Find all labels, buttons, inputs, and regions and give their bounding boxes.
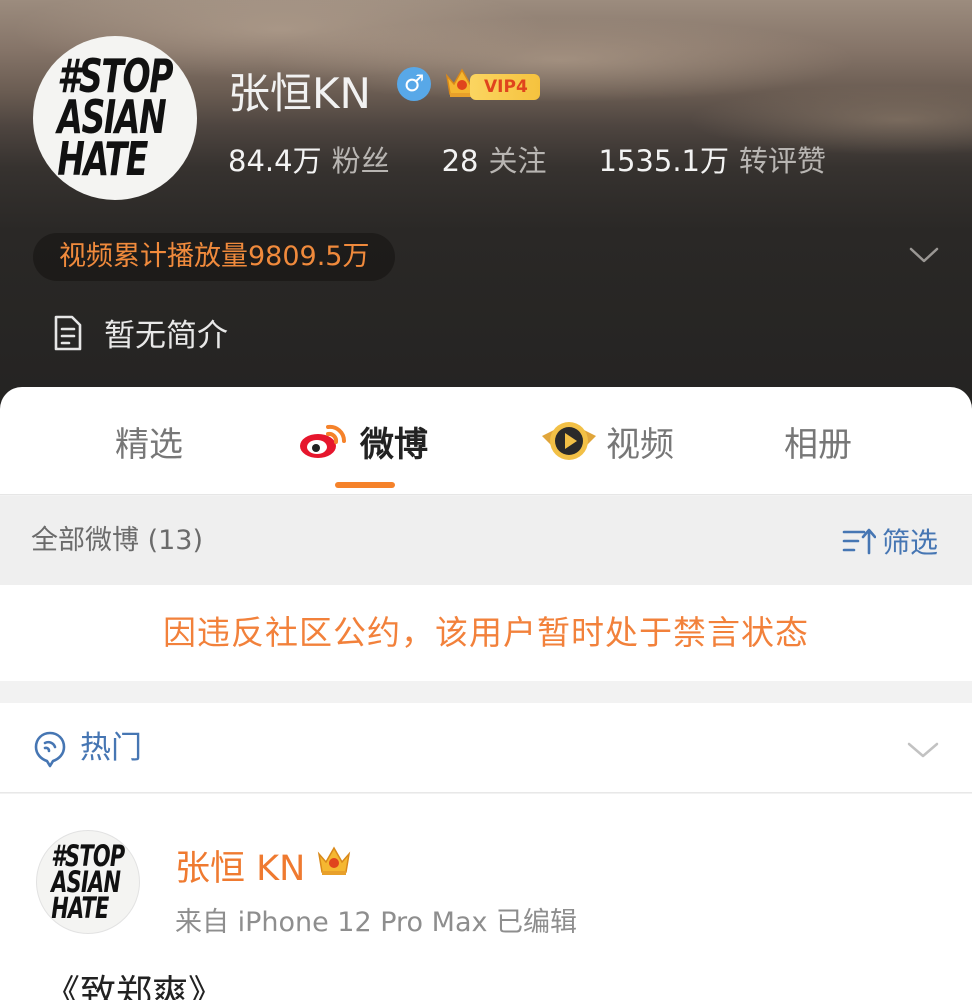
tab-album[interactable]: 相册 — [784, 387, 852, 495]
male-icon: ♂ — [397, 67, 431, 101]
post-card[interactable]: #STOP ASIAN HATE 张恒 KN 来自 iPhone 12 Pro … — [0, 794, 972, 1000]
chevron-down-icon[interactable] — [908, 244, 940, 266]
profile-avatar[interactable]: #STOP ASIAN HATE — [33, 36, 197, 200]
profile-bio: 暂无简介 — [52, 310, 228, 355]
weibo-icon — [300, 424, 347, 458]
chevron-down-icon — [907, 742, 939, 758]
profile-header: #STOP ASIAN HATE 张恒KN ♂ VIP4 84.4万 粉丝 28… — [0, 0, 972, 420]
post-avatar[interactable]: #STOP ASIAN HATE — [36, 830, 140, 934]
post-text: 《致郑爽》 — [44, 973, 225, 1000]
bio-text: 暂无简介 — [104, 318, 228, 354]
video-plays-badge[interactable]: 视频累计播放量9809.5万 — [33, 233, 396, 281]
post-meta: 来自 iPhone 12 Pro Max 已编辑 — [175, 907, 578, 938]
hot-topic-icon — [34, 731, 66, 768]
tab-featured[interactable]: 精选 — [115, 387, 183, 495]
crown-icon — [317, 846, 351, 875]
active-tab-indicator — [335, 482, 395, 488]
avatar-logo: #STOP ASIAN HATE — [57, 48, 174, 186]
profile-tabs: 精选 微博 视频 相册 — [0, 387, 972, 495]
stat-following[interactable]: 28 关注 — [442, 138, 547, 180]
video-play-icon — [542, 422, 596, 460]
document-icon — [54, 315, 82, 350]
stat-followers[interactable]: 84.4万 粉丝 — [228, 138, 390, 180]
filter-bar: 全部微博 (13) 筛选 — [0, 496, 972, 585]
avatar-logo: #STOP ASIAN HATE — [51, 838, 125, 926]
filter-icon — [842, 528, 876, 554]
filter-label: 筛选 — [882, 525, 939, 559]
hot-section-toggle[interactable]: 热门 — [0, 703, 972, 793]
profile-username: 张恒KN — [228, 69, 371, 118]
post-author-name[interactable]: 张恒 KN — [175, 840, 305, 891]
tab-weibo[interactable]: 微博 — [298, 387, 428, 495]
profile-stats: 84.4万 粉丝 28 关注 1535.1万 转评赞 — [228, 138, 826, 178]
filter-button[interactable]: 筛选 — [842, 496, 938, 585]
vip-badge[interactable]: VIP4 — [470, 74, 540, 100]
hot-label: 热门 — [80, 730, 142, 766]
tab-video[interactable]: 视频 — [540, 387, 674, 495]
ban-notice: 因违反社区公约，该用户暂时处于禁言状态 — [0, 585, 972, 681]
post-count-label: 全部微博 (13) — [31, 525, 204, 556]
stat-engagement[interactable]: 1535.1万 转评赞 — [599, 138, 827, 180]
